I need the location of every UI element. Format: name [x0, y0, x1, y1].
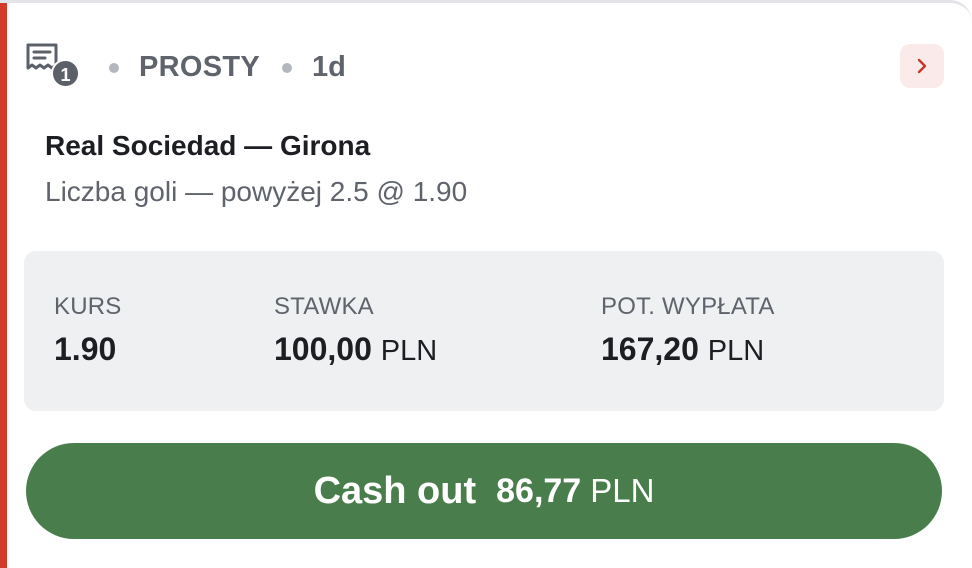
payout-stat: POT. WYPŁATA 167,20 PLN [601, 293, 775, 368]
payout-value-row: 167,20 PLN [601, 331, 775, 368]
cashout-currency: PLN [590, 472, 655, 509]
selection-description: Liczba goli — powyżej 2.5 @ 1.90 [45, 176, 468, 207]
separator-dot [282, 63, 292, 73]
stake-value-row: 100,00 PLN [274, 331, 437, 368]
odds-label: KURS [54, 293, 122, 320]
cashout-amount: 86,77 [496, 471, 582, 510]
odds-value: 1.90 [54, 331, 117, 367]
bet-type-label: PROSTY [139, 51, 261, 83]
selection-count-badge: 1 [51, 59, 80, 88]
stake-currency: PLN [380, 335, 438, 367]
cashout-label: Cash out [313, 469, 477, 512]
bet-age-label: 1d [312, 51, 346, 83]
bet-summary-panel: KURS 1.90 STAWKA 100,00 PLN POT. WYPŁATA… [24, 251, 944, 411]
payout-label: POT. WYPŁATA [601, 293, 775, 320]
bet-card: 1 PROSTY 1d Real Sociedad — Girona Liczb… [0, 0, 972, 568]
ticket-receipt-icon: 1 [24, 39, 82, 93]
payout-currency: PLN [707, 335, 765, 367]
status-accent-bar [0, 3, 7, 568]
payout-value: 167,20 [601, 331, 699, 367]
stake-label: STAWKA [274, 293, 374, 320]
odds-stat: KURS 1.90 [54, 293, 121, 368]
cashout-button[interactable]: Cash out 86,77 PLN [26, 443, 942, 539]
details-button[interactable] [900, 44, 944, 88]
chevron-right-icon [917, 58, 927, 74]
stake-stat: STAWKA 100,00 PLN [274, 293, 437, 368]
event-title: Real Sociedad — Girona [45, 130, 371, 161]
bet-header: 1 PROSTY 1d [24, 39, 944, 93]
separator-dot [109, 63, 119, 73]
stake-value: 100,00 [274, 331, 372, 367]
